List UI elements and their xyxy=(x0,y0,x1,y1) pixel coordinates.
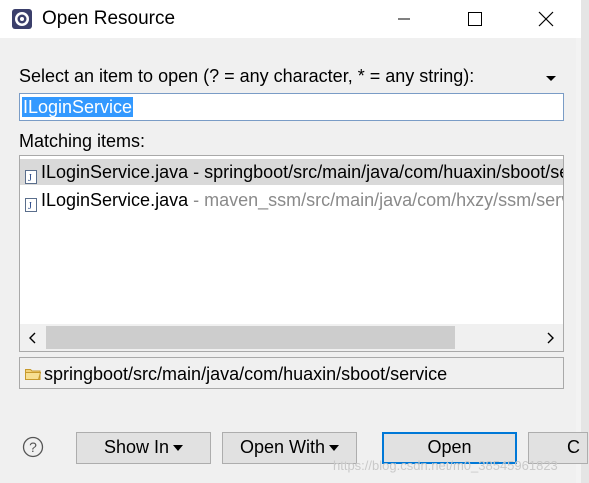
dropdown-arrow-icon xyxy=(329,445,340,452)
scroll-left-button[interactable] xyxy=(20,324,46,351)
selected-path-box: springboot/src/main/java/com/huaxin/sboo… xyxy=(19,357,564,389)
watermark: https://blog.csdn.net/m0_38545961823 xyxy=(333,458,558,473)
results-list[interactable]: J ILoginService.java - springboot/src/ma… xyxy=(19,155,564,352)
scroll-right-button[interactable] xyxy=(537,324,563,351)
java-file-icon: J xyxy=(25,165,37,184)
result-separator: - xyxy=(188,162,205,182)
minimize-button[interactable] xyxy=(376,0,432,38)
help-icon: ? xyxy=(22,436,44,458)
window-edge xyxy=(581,0,589,483)
result-path: springboot/src/main/java/com/huaxin/sboo… xyxy=(204,162,563,182)
window-title: Open Resource xyxy=(42,8,176,29)
open-with-label: Open With xyxy=(239,437,326,457)
close-button[interactable] xyxy=(518,0,574,38)
close-icon xyxy=(538,11,554,27)
result-separator: - xyxy=(188,190,205,210)
svg-text:J: J xyxy=(28,201,32,212)
result-path: maven_ssm/src/main/java/com/hxzy/ssm/ser… xyxy=(204,190,563,210)
maximize-icon xyxy=(468,12,482,26)
show-in-button[interactable]: Show In xyxy=(76,432,211,464)
help-button[interactable]: ? xyxy=(22,436,44,458)
java-file-icon: J xyxy=(25,193,37,212)
chevron-left-icon xyxy=(29,332,36,343)
list-item[interactable]: J ILoginService.java - springboot/src/ma… xyxy=(20,159,563,185)
search-input[interactable]: ILoginService xyxy=(19,93,564,121)
maximize-button[interactable] xyxy=(447,0,503,38)
scroll-thumb[interactable] xyxy=(46,326,455,349)
list-item[interactable]: J ILoginService.java - maven_ssm/src/mai… xyxy=(20,187,563,213)
result-name: ILoginService.java xyxy=(41,162,189,182)
minimize-icon xyxy=(398,18,410,20)
chevron-right-icon xyxy=(547,332,554,343)
dropdown-arrow-icon xyxy=(173,445,184,452)
folder-icon xyxy=(25,367,42,380)
eclipse-icon xyxy=(11,8,33,30)
show-in-label: Show In xyxy=(103,437,170,457)
result-name: ILoginService.java xyxy=(41,190,189,210)
title-bar: Open Resource xyxy=(0,0,589,38)
horizontal-scrollbar[interactable] xyxy=(20,324,563,351)
open-label: Open xyxy=(427,437,472,457)
view-menu-button[interactable] xyxy=(544,70,558,81)
prompt-label: Select an item to open (? = any characte… xyxy=(19,66,475,86)
chevron-down-icon xyxy=(546,76,556,81)
svg-text:J: J xyxy=(28,173,32,184)
search-input-value: ILoginService xyxy=(22,97,134,117)
matching-items-label: Matching items: xyxy=(19,131,146,151)
svg-text:?: ? xyxy=(29,439,37,455)
selected-path-text: springboot/src/main/java/com/huaxin/sboo… xyxy=(44,364,448,384)
cancel-label: C xyxy=(567,437,580,457)
